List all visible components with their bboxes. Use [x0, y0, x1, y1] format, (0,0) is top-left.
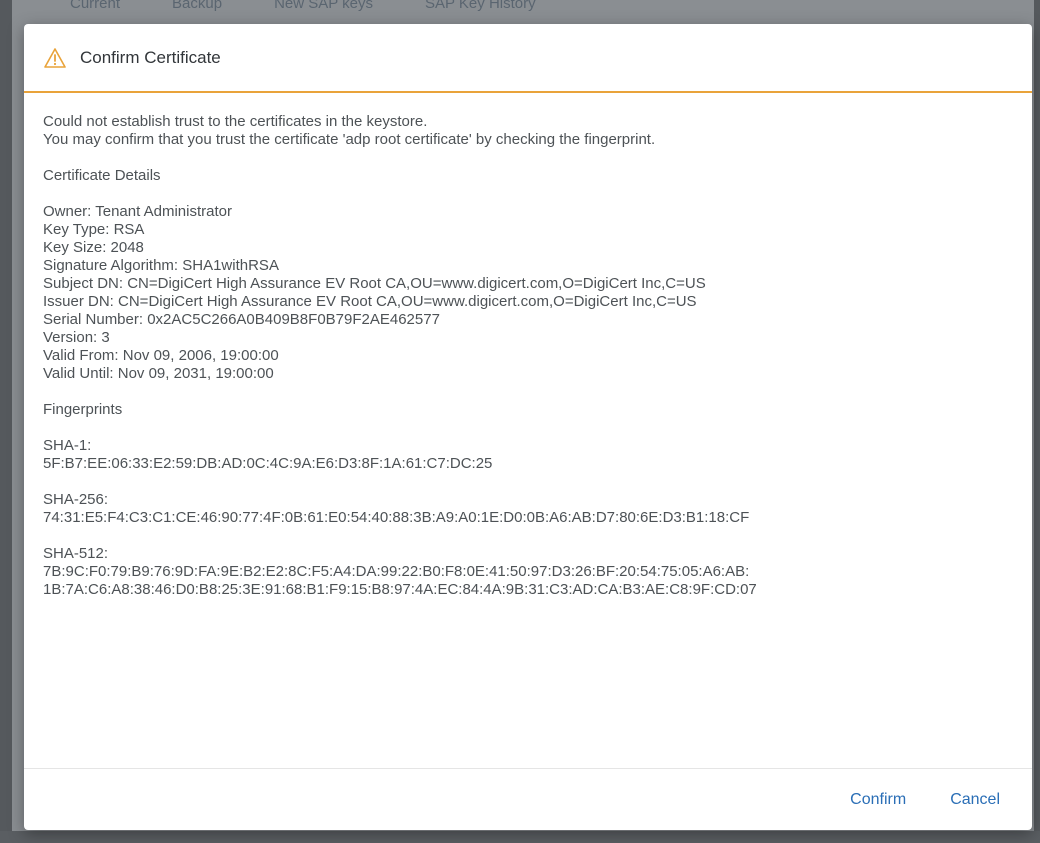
background-bottom-edge [0, 831, 1040, 843]
message-line-1: Could not establish trust to the certifi… [43, 113, 428, 130]
cancel-button[interactable]: Cancel [950, 791, 1000, 809]
background-left-edge [0, 0, 12, 843]
message-line-2: You may confirm that you trust the certi… [43, 131, 656, 148]
sha512-label: SHA-512: [43, 545, 109, 562]
detail-valid-until: Valid Until: Nov 09, 2031, 19:00:00 [43, 365, 274, 382]
dialog-header: Confirm Certificate [24, 24, 1032, 93]
sha512-value-line-2: 1B:7A:C6:A8:38:46:D0:B8:25:3E:91:68:B1:F… [43, 581, 757, 598]
tab-backup[interactable]: Backup [172, 0, 222, 13]
background-right-edge [1034, 0, 1040, 843]
sha1-value: 5F:B7:EE:06:33:E2:59:DB:AD:0C:4C:9A:E6:D… [43, 455, 493, 472]
sha1-label: SHA-1: [43, 437, 92, 454]
detail-subject-dn: Subject DN: CN=DigiCert High Assurance E… [43, 275, 706, 292]
details-heading: Certificate Details [43, 167, 161, 184]
fingerprints-heading: Fingerprints [43, 401, 123, 418]
tab-current[interactable]: Current [70, 0, 120, 13]
certificate-details: Owner: Tenant Administrator Key Type: RS… [43, 203, 1014, 383]
detail-key-size: Key Size: 2048 [43, 239, 144, 256]
background-tab-bar: Current Backup New SAP keys SAP Key Hist… [70, 0, 536, 22]
detail-version: Version: 3 [43, 329, 110, 346]
sha256-label: SHA-256: [43, 491, 109, 508]
detail-valid-from: Valid From: Nov 09, 2006, 19:00:00 [43, 347, 279, 364]
detail-signature-algorithm: Signature Algorithm: SHA1withRSA [43, 257, 279, 274]
dialog-footer: Confirm Cancel [24, 768, 1032, 830]
detail-key-type: Key Type: RSA [43, 221, 145, 238]
confirm-button[interactable]: Confirm [850, 791, 906, 809]
detail-issuer-dn: Issuer DN: CN=DigiCert High Assurance EV… [43, 293, 697, 310]
warning-icon [44, 47, 66, 69]
tab-new-sap-keys[interactable]: New SAP keys [274, 0, 373, 13]
sha256-value: 74:31:E5:F4:C3:C1:CE:46:90:77:4F:0B:61:E… [43, 509, 750, 526]
detail-serial-number: Serial Number: 0x2AC5C266A0B409B8F0B79F2… [43, 311, 440, 328]
detail-owner: Owner: Tenant Administrator [43, 203, 232, 220]
dialog-title: Confirm Certificate [80, 47, 221, 67]
confirm-certificate-dialog: Confirm Certificate Could not establish … [24, 24, 1032, 830]
sha512-value-line-1: 7B:9C:F0:79:B9:76:9D:FA:9E:B2:E2:8C:F5:A… [43, 563, 750, 580]
tab-sap-key-history[interactable]: SAP Key History [425, 0, 536, 13]
dialog-body: Could not establish trust to the certifi… [24, 93, 1032, 599]
